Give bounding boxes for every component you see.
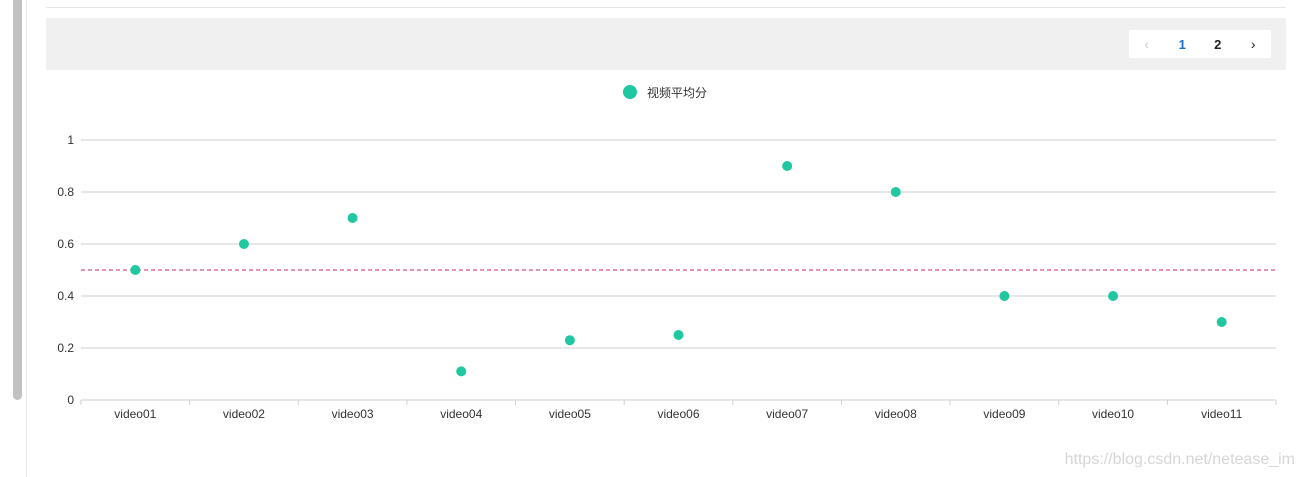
x-tick-label: video03 bbox=[332, 407, 374, 421]
y-tick-label: 0.2 bbox=[57, 341, 74, 355]
y-tick-label: 0.8 bbox=[57, 185, 74, 199]
data-point[interactable] bbox=[456, 366, 467, 377]
x-tick-label: video11 bbox=[1201, 407, 1242, 421]
x-tick-label: video02 bbox=[223, 407, 265, 421]
x-tick-label: video06 bbox=[657, 407, 699, 421]
data-point[interactable] bbox=[782, 161, 793, 171]
data-point[interactable] bbox=[238, 239, 249, 249]
x-tick-label: video07 bbox=[766, 407, 808, 421]
data-point[interactable] bbox=[890, 187, 901, 197]
x-tick-label: video01 bbox=[114, 407, 156, 421]
y-tick-label: 0.4 bbox=[57, 289, 74, 303]
scatter-chart: 0 0.2 0.4 0.6 0.8 1 video01 video02 video03 video… bbox=[57, 133, 1277, 421]
x-tick-label: video04 bbox=[440, 407, 482, 421]
watermark: https://blog.csdn.net/netease_im bbox=[1064, 451, 1295, 468]
y-tick-label: 0.6 bbox=[57, 237, 74, 251]
y-tick-label: 1 bbox=[67, 133, 74, 147]
x-tick-label: video10 bbox=[1092, 407, 1134, 421]
data-point[interactable] bbox=[130, 265, 141, 275]
data-point[interactable] bbox=[1216, 317, 1227, 327]
x-tick-label: video05 bbox=[549, 407, 591, 421]
data-point[interactable] bbox=[564, 335, 575, 346]
y-tick-label: 0 bbox=[67, 393, 74, 407]
data-point[interactable] bbox=[1108, 291, 1119, 301]
x-tick-label: video08 bbox=[875, 407, 917, 421]
data-point[interactable] bbox=[673, 330, 684, 340]
data-point[interactable] bbox=[347, 213, 358, 223]
data-point[interactable] bbox=[999, 291, 1010, 301]
x-tick-label: video09 bbox=[983, 407, 1025, 421]
